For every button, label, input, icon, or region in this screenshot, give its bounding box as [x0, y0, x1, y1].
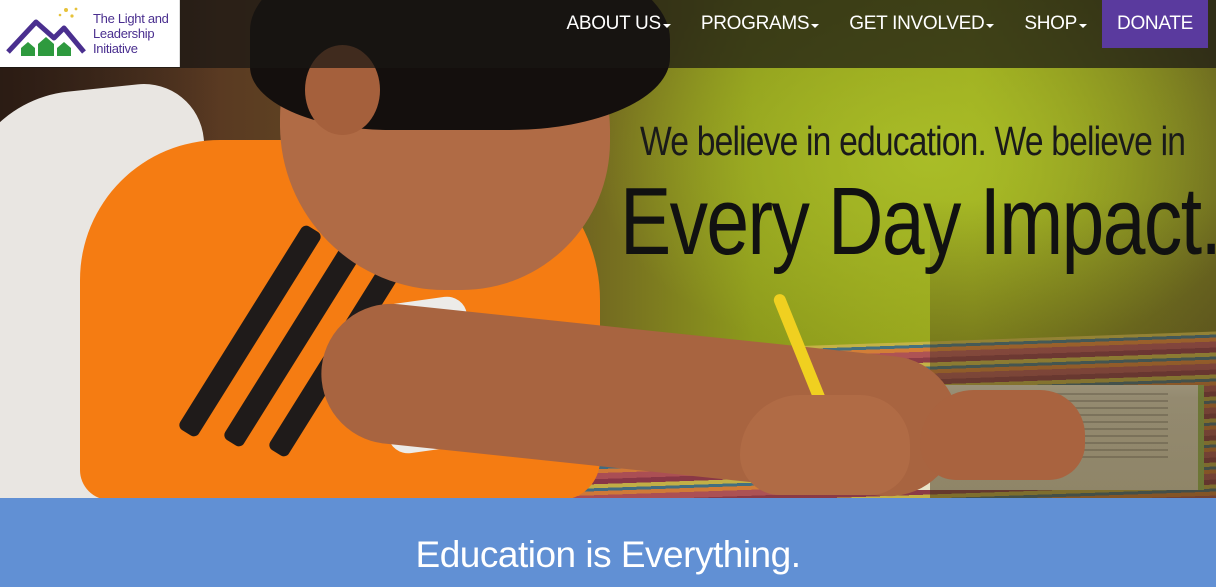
donate-label: DONATE	[1117, 13, 1193, 34]
logo-text-line: The Light and	[93, 11, 169, 26]
nav-programs[interactable]: PROGRAMS	[686, 0, 834, 48]
donate-button[interactable]: DONATE	[1102, 0, 1208, 48]
mission-band: Education is Everything.	[0, 498, 1216, 587]
top-navbar: The Light and Leadership Initiative ABOU…	[0, 0, 1216, 68]
chevron-down-icon	[811, 24, 820, 28]
hero-tagline: We believe in education. We believe in E…	[620, 118, 1216, 277]
nav-about-us[interactable]: ABOUT US	[551, 0, 685, 48]
nav-label: GET INVOLVED	[849, 13, 985, 34]
logo-text: The Light and Leadership Initiative	[93, 11, 177, 56]
nav-get-involved[interactable]: GET INVOLVED	[834, 0, 1009, 48]
mountain-houses-stars-icon	[6, 7, 86, 56]
band-title: Education is Everything.	[415, 534, 801, 575]
hand	[740, 395, 910, 495]
main-nav: ABOUT US PROGRAMS GET INVOLVED SHOP DONA…	[551, 0, 1208, 48]
nav-shop[interactable]: SHOP	[1009, 0, 1102, 48]
chevron-down-icon	[662, 24, 671, 28]
tagline-line-2: Every Day Impact.	[620, 168, 1216, 275]
nav-label: PROGRAMS	[700, 13, 810, 34]
chevron-down-icon	[986, 24, 995, 28]
nav-label: ABOUT US	[566, 13, 661, 34]
chevron-down-icon	[1079, 24, 1088, 28]
logo-text-line: Initiative	[93, 41, 138, 56]
tagline-line-1: We believe in education. We believe in	[640, 118, 1186, 164]
hero-image: We believe in education. We believe in E…	[0, 0, 1216, 498]
site-logo[interactable]: The Light and Leadership Initiative	[0, 0, 180, 67]
hand	[920, 390, 1085, 480]
logo-text-line: Leadership	[93, 26, 155, 41]
nav-label: SHOP	[1024, 13, 1078, 34]
